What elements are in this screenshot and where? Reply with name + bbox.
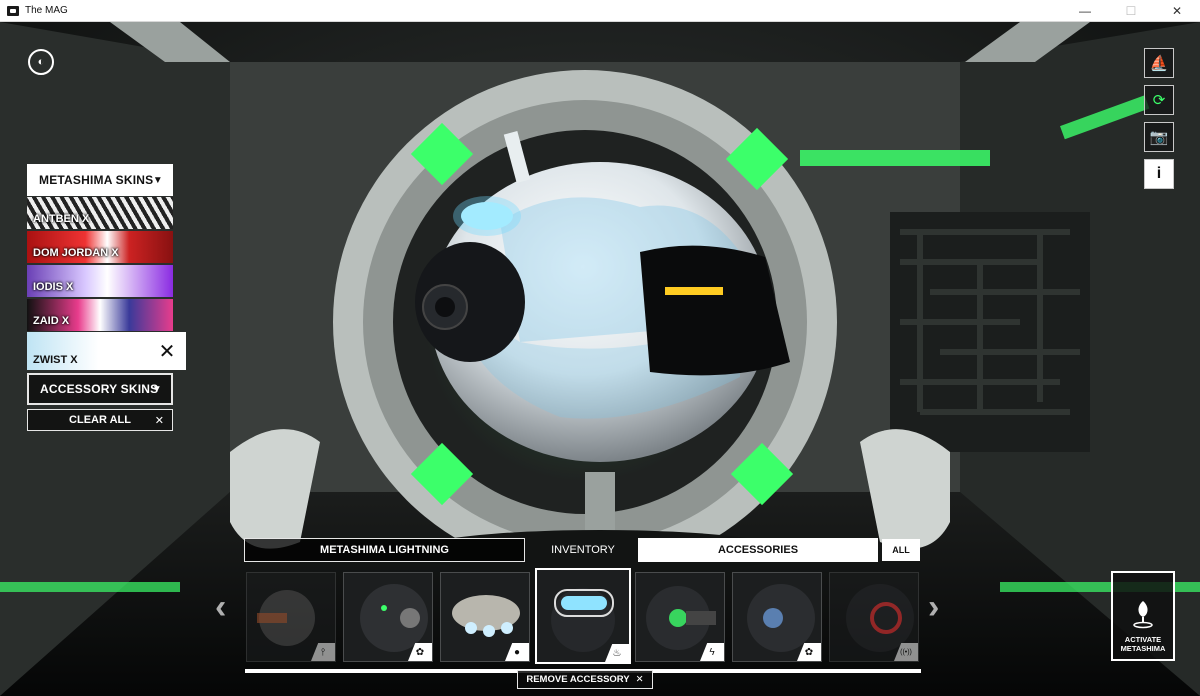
chevron-down-icon: ▼	[151, 383, 162, 395]
accessory-card[interactable]: ((•))	[829, 572, 919, 662]
window-titlebar: The MAG — ☐ ✕	[0, 0, 1200, 22]
minimize-button[interactable]: —	[1062, 0, 1108, 22]
app-logo[interactable]: ◐	[28, 49, 54, 75]
activate-metashima-button[interactable]: ACTIVATE METASHIMA	[1111, 571, 1175, 661]
chevron-down-icon: ▼	[152, 174, 163, 186]
activate-label-line1: ACTIVATE	[1124, 635, 1162, 644]
remove-accessory-label: REMOVE ACCESSORY	[526, 674, 630, 685]
accessory-skins-dropdown[interactable]: ACCESSORY SKINS ▼	[27, 373, 173, 405]
skin-item-dom-jordan[interactable]: DOM JORDAN X	[27, 231, 173, 263]
camera-icon[interactable]: 📷	[1144, 122, 1174, 152]
dropdown-label: ACCESSORY SKINS	[40, 382, 159, 396]
accessory-card[interactable]: ✿	[343, 572, 433, 662]
tab-all[interactable]: ALL	[882, 539, 920, 561]
tab-inventory[interactable]: INVENTORY	[540, 538, 626, 562]
dropdown-label: METASHIMA SKINS	[39, 173, 154, 187]
skin-item-zaid[interactable]: ZAID X	[27, 299, 173, 331]
app-icon	[7, 5, 19, 16]
accessory-card[interactable]: ●	[440, 572, 530, 662]
window-title: The MAG	[25, 5, 68, 16]
close-icon: ✕	[635, 674, 644, 685]
close-icon: ✕	[154, 414, 164, 427]
skin-label: ZWIST X	[33, 354, 78, 366]
skin-label: DOM JORDAN X	[33, 247, 119, 259]
maximize-button[interactable]: ☐	[1108, 0, 1154, 22]
skin-item-antben[interactable]: ANTBEN X	[27, 197, 173, 229]
tab-accessories[interactable]: ACCESSORIES	[638, 538, 878, 562]
accessory-card[interactable]: ✿	[732, 572, 822, 662]
close-window-button[interactable]: ✕	[1154, 0, 1200, 22]
skin-item-iodis[interactable]: IODIS X	[27, 265, 173, 297]
activate-label-line2: METASHIMA	[1120, 644, 1166, 653]
info-icon[interactable]: i	[1144, 159, 1174, 189]
accessory-card[interactable]: ϟ	[635, 572, 725, 662]
pin-icon	[1133, 601, 1153, 629]
carousel-next-button[interactable]: ›	[928, 588, 939, 627]
skin-label: IODIS X	[33, 281, 74, 293]
carousel-prev-button[interactable]: ‹	[215, 588, 226, 627]
metashima-skins-dropdown[interactable]: METASHIMA SKINS ▼	[27, 164, 173, 196]
metashima-lightning-tab[interactable]: METASHIMA LIGHTNING	[244, 538, 525, 562]
rotate-icon[interactable]: ⟳	[1144, 85, 1174, 115]
accessory-card-selected[interactable]: ♨	[535, 568, 631, 664]
clear-all-button[interactable]: CLEAR ALL ✕	[27, 409, 173, 431]
close-icon[interactable]: ✕	[148, 332, 186, 370]
remove-accessory-button[interactable]: REMOVE ACCESSORY ✕	[517, 670, 653, 689]
skin-label: ZAID X	[33, 315, 70, 327]
accessory-card[interactable]: ⫯	[246, 572, 336, 662]
ship-icon[interactable]: ⛵	[1144, 48, 1174, 78]
skin-label: ANTBEN X	[33, 213, 90, 225]
clear-all-label: CLEAR ALL	[69, 414, 131, 426]
